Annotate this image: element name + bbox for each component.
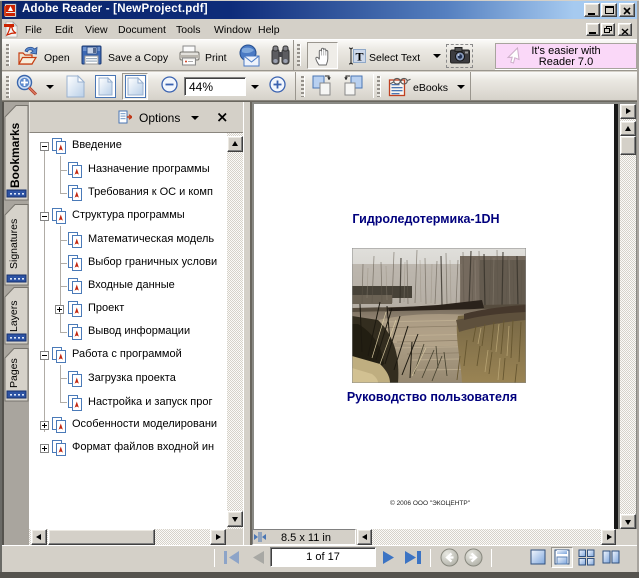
svg-text:T: T xyxy=(355,50,363,64)
